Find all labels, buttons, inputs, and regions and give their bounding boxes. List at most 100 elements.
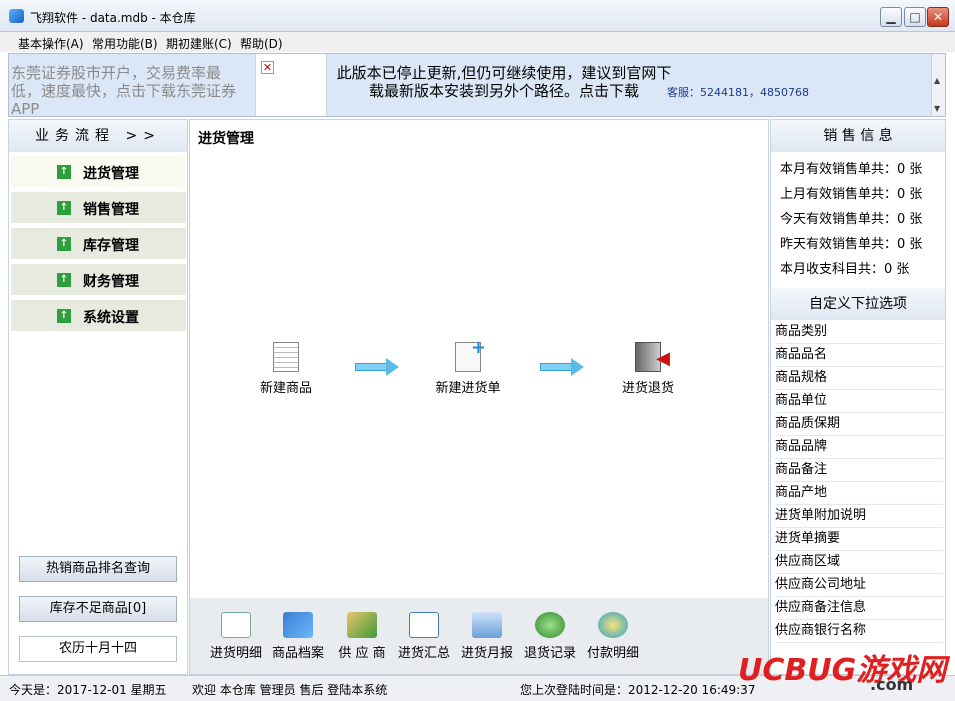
tool-supplier[interactable]: 供 应 商: [332, 612, 392, 661]
archive-icon: [283, 612, 313, 638]
right-arrow-icon: [540, 358, 584, 376]
nav-settings[interactable]: ↑ 系统设置: [11, 300, 186, 332]
tool-product-archive[interactable]: 商品档案: [268, 612, 328, 661]
tool-label: 付款明细: [586, 646, 639, 661]
flow-new-purchase-order[interactable]: + 新建进货单: [430, 337, 506, 396]
right-arrow-icon: [355, 358, 399, 376]
tool-payment-detail[interactable]: 付款明细: [583, 612, 643, 661]
list-icon: [221, 612, 251, 638]
update-notice[interactable]: 此版本已停止更新,但仍可继续使用，建议到官网下载最新版本安装到另外个路径。点击下…: [334, 64, 674, 100]
up-arrow-icon: ↑: [57, 309, 71, 323]
sales-stat: 本月有效销售单共：0 张: [780, 162, 923, 177]
watermark-domain: .com: [870, 675, 914, 694]
scroll-down-icon[interactable]: ▼: [934, 104, 940, 113]
low-stock-button[interactable]: 库存不足商品[0]: [19, 596, 177, 622]
option-item[interactable]: 供应商备注信息: [775, 597, 943, 620]
scroll-up-icon[interactable]: ▲: [934, 76, 940, 85]
tool-label: 供 应 商: [338, 646, 386, 661]
option-item[interactable]: 商品规格: [775, 367, 943, 390]
today-date: 今天是：2017-12-01 星期五: [9, 683, 167, 697]
sales-stat: 昨天有效销售单共：0 张: [780, 237, 923, 252]
title-bar: 飞翔软件 - data.mdb - 本仓库 ▁ □ ✕: [0, 0, 955, 32]
up-arrow-icon: ↑: [57, 165, 71, 179]
nav-label: 销售管理: [83, 202, 139, 218]
flow-purchase-return[interactable]: ◀ 进货退货: [616, 342, 680, 396]
close-button[interactable]: ✕: [927, 7, 949, 27]
money-icon: [598, 612, 628, 638]
minimize-button[interactable]: ▁: [880, 7, 902, 27]
menu-bar: 基本操作(A) 常用功能(B) 期初建账(C) 帮助(D): [0, 32, 955, 52]
sales-info-header: 销 售 信 息: [771, 120, 945, 152]
watermark-logo: UCBUG游戏网: [738, 653, 947, 688]
tool-return-record[interactable]: 退货记录: [520, 612, 580, 661]
nav-inventory[interactable]: ↑ 库存管理: [11, 228, 186, 260]
sales-stat: 今天有效销售单共：0 张: [780, 212, 923, 227]
form-icon: [409, 612, 439, 638]
sales-stat: 上月有效销售单共：0 张: [780, 187, 923, 202]
tool-label: 进货月报: [460, 646, 513, 661]
ad-text[interactable]: 东莞证券股市开户，交易费率最低，速度最快，点击下载东莞证券APP: [11, 64, 249, 116]
maximize-button[interactable]: □: [904, 7, 926, 27]
option-item[interactable]: 商品质保期: [775, 413, 943, 436]
option-item[interactable]: 商品备注: [775, 459, 943, 482]
service-phone: 客服：5244181，4850768: [667, 86, 809, 99]
flow-header[interactable]: 业务流程 >>: [9, 120, 187, 152]
window-title: 飞翔软件 - data.mdb - 本仓库: [30, 11, 196, 25]
up-arrow-icon: ↑: [57, 273, 71, 287]
network-icon: [472, 612, 502, 638]
up-arrow-icon: ↑: [57, 201, 71, 215]
flow-label: 新建商品: [259, 381, 312, 396]
option-item[interactable]: 供应商银行名称: [775, 620, 943, 643]
flow-label: 进货退货: [621, 381, 674, 396]
people-icon: [347, 612, 377, 638]
flow-new-product[interactable]: 新建商品: [254, 342, 318, 396]
tool-label: 退货记录: [523, 646, 576, 661]
new-document-icon: +: [455, 337, 486, 372]
option-item[interactable]: 商品产地: [775, 482, 943, 505]
option-item[interactable]: 供应商公司地址: [775, 574, 943, 597]
tool-purchase-summary[interactable]: 进货汇总: [394, 612, 454, 661]
flow-label: 新建进货单: [435, 381, 501, 396]
nav-label: 财务管理: [83, 274, 139, 290]
option-item[interactable]: 供应商区域: [775, 551, 943, 574]
up-arrow-icon: ↑: [57, 237, 71, 251]
close-icon[interactable]: ✕: [261, 61, 274, 74]
right-panel: 销 售 信 息 本月有效销售单共：0 张 上月有效销售单共：0 张 今天有效销售…: [770, 119, 946, 675]
nav-sales[interactable]: ↑ 销售管理: [11, 192, 186, 224]
page-title: 进货管理: [198, 131, 254, 147]
option-item[interactable]: 进货单附加说明: [775, 505, 943, 528]
sales-stat: 本月收支科目共：0 张: [780, 262, 910, 277]
menu-opening[interactable]: 期初建账(C): [166, 35, 232, 52]
last-login: 您上次登陆时间是：2012-12-20 16:49:37: [520, 683, 756, 697]
option-item[interactable]: 进货单摘要: [775, 528, 943, 551]
tool-label: 商品档案: [271, 646, 324, 661]
main-panel: 进货管理 新建商品 + 新建进货单 ◀ 进货退货 进货明细 商品档案 供 应 商…: [189, 119, 769, 675]
option-item[interactable]: 商品单位: [775, 390, 943, 413]
document-icon: [273, 342, 299, 372]
banner: 东莞证券股市开户，交易费率最低，速度最快，点击下载东莞证券APP ✕ 此版本已停…: [8, 53, 946, 117]
ad-close-area: ✕: [255, 54, 327, 116]
tool-purchase-detail[interactable]: 进货明细: [206, 612, 266, 661]
nav-purchase[interactable]: ↑ 进货管理: [11, 156, 186, 188]
app-icon: [9, 9, 24, 23]
option-item[interactable]: 商品品牌: [775, 436, 943, 459]
custom-options-header: 自定义下拉选项: [771, 288, 945, 320]
left-panel: 业务流程 >> ↑ 进货管理 ↑ 销售管理 ↑ 库存管理 ↑ 财务管理 ↑ 系统…: [8, 119, 188, 675]
banner-scrollbar[interactable]: ▲ ▼: [931, 54, 945, 116]
refresh-icon: [535, 612, 565, 638]
welcome-text: 欢迎 本仓库 管理员 售后 登陆本系统: [192, 683, 388, 697]
tool-label: 进货明细: [209, 646, 262, 661]
menu-help[interactable]: 帮助(D): [240, 35, 283, 52]
lunar-date: 农历十月十四: [19, 636, 177, 662]
hot-products-button[interactable]: 热销商品排名查询: [19, 556, 177, 582]
nav-finance[interactable]: ↑ 财务管理: [11, 264, 186, 296]
option-item[interactable]: 商品品名: [775, 344, 943, 367]
menu-basic[interactable]: 基本操作(A): [18, 35, 84, 52]
nav-label: 系统设置: [83, 310, 139, 326]
menu-common[interactable]: 常用功能(B): [92, 35, 158, 52]
option-item[interactable]: 商品类别: [775, 321, 943, 344]
bottom-toolbar: 进货明细 商品档案 供 应 商 进货汇总 进货月报 退货记录 付款明细: [190, 598, 768, 674]
tool-purchase-monthly[interactable]: 进货月报: [457, 612, 517, 661]
nav-label: 库存管理: [83, 238, 139, 254]
exit-door-icon: ◀: [635, 342, 670, 372]
